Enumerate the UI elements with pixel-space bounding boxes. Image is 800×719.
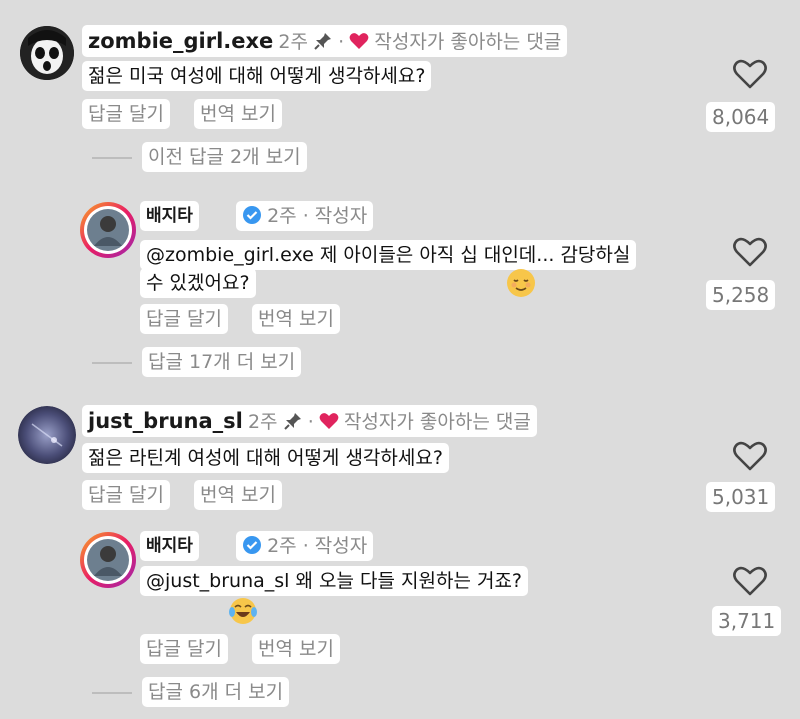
view-more-replies[interactable]: 답글 6개 더 보기 — [142, 677, 290, 707]
heart-outline-icon[interactable] — [732, 236, 768, 268]
reply-button[interactable]: 답글 달기 — [140, 304, 228, 334]
like-count: 3,711 — [712, 606, 782, 636]
pin-icon — [314, 33, 332, 50]
separator: · — [307, 411, 314, 433]
comment-text: 젊은 미국 여성에 대해 어떻게 생각하세요? — [82, 61, 432, 91]
view-previous-replies[interactable]: 이전 답글 2개 보기 — [142, 142, 307, 172]
timestamp: 2주 — [278, 31, 308, 53]
translate-button[interactable]: 번역 보기 — [252, 304, 340, 334]
reply-meta: 2주 · 작성자 — [236, 531, 374, 561]
avatar-just-bruna[interactable] — [18, 406, 76, 464]
avatar-author[interactable] — [80, 202, 136, 258]
liked-by-author-label: 작성자가 좋아하는 댓글 — [343, 411, 531, 433]
reply-text-line: @just_bruna_sl 왜 오늘 다들 지원하는 거죠? — [140, 566, 529, 596]
heart-outline-icon[interactable] — [732, 440, 768, 472]
liked-by-author-label: 작성자가 좋아하는 댓글 — [374, 31, 562, 53]
reply-button[interactable]: 답글 달기 — [82, 480, 170, 510]
red-heart-icon — [349, 33, 369, 49]
reply-header: 배지타 — [140, 531, 199, 561]
translate-button[interactable]: 번역 보기 — [194, 99, 282, 129]
tears-of-joy-emoji — [229, 598, 257, 624]
reply-button[interactable]: 답글 달기 — [140, 634, 228, 664]
username[interactable]: zombie_girl.exe — [88, 29, 273, 53]
reply-header: 배지타 — [140, 201, 199, 231]
like-count: 5,031 — [706, 482, 776, 512]
avatar-author[interactable] — [80, 532, 136, 588]
comment-header: just_bruna_sl 2주 · 작성자가 좋아하는 댓글 — [82, 405, 537, 437]
pin-icon — [283, 413, 301, 430]
comment-text: 젊은 라틴계 여성에 대해 어떻게 생각하세요? — [82, 443, 449, 473]
username[interactable]: 배지타 — [146, 536, 193, 556]
reply-button[interactable]: 답글 달기 — [82, 99, 170, 129]
heart-outline-icon[interactable] — [732, 565, 768, 597]
username[interactable]: just_bruna_sl — [88, 409, 243, 433]
divider-line — [92, 157, 132, 159]
reply-text-line: 수 있겠어요? — [140, 268, 256, 298]
like-count: 5,258 — [706, 280, 776, 310]
separator: · — [338, 31, 345, 53]
timestamp: 2주 — [247, 411, 278, 433]
translate-button[interactable]: 번역 보기 — [252, 634, 340, 664]
avatar-zombie-girl[interactable] — [20, 26, 74, 80]
translate-button[interactable]: 번역 보기 — [194, 480, 282, 510]
verified-badge-icon — [243, 206, 261, 224]
timestamp: 2주 · 작성자 — [267, 205, 368, 227]
divider-line — [92, 692, 132, 694]
red-heart-icon — [319, 413, 339, 429]
timestamp: 2주 · 작성자 — [267, 535, 368, 557]
username[interactable]: 배지타 — [146, 206, 193, 226]
relieved-face-emoji — [507, 269, 535, 297]
like-count: 8,064 — [706, 102, 776, 132]
reply-meta: 2주 · 작성자 — [236, 201, 374, 231]
reply-text-line: @zombie_girl.exe 제 아이들은 아직 십 대인데... 감당하실 — [140, 240, 637, 270]
comment-header: zombie_girl.exe 2주 · 작성자가 좋아하는 댓글 — [82, 25, 568, 57]
heart-outline-icon[interactable] — [732, 58, 768, 90]
view-more-replies[interactable]: 답글 17개 더 보기 — [142, 347, 302, 377]
divider-line — [92, 362, 132, 364]
verified-badge-icon — [243, 536, 261, 554]
